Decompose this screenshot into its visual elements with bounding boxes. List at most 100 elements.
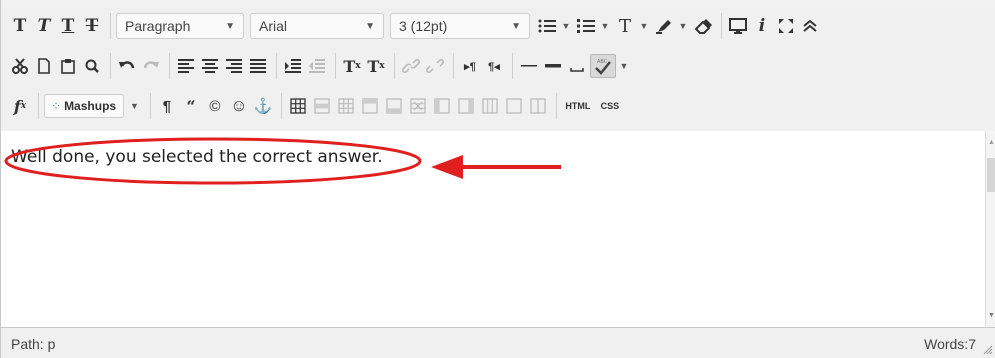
separator bbox=[280, 93, 282, 119]
quote-icon[interactable]: “ bbox=[180, 94, 202, 118]
separator bbox=[169, 53, 170, 79]
separator bbox=[110, 13, 111, 39]
svg-text:ABC: ABC bbox=[597, 59, 608, 65]
resize-grip-icon[interactable] bbox=[983, 345, 993, 355]
font-select-value: Arial bbox=[259, 18, 288, 34]
paste-icon[interactable] bbox=[57, 54, 79, 78]
math-formula-icon[interactable]: fx bbox=[9, 94, 31, 118]
insert-column-after-icon[interactable] bbox=[455, 94, 477, 118]
redo-icon[interactable] bbox=[140, 54, 162, 78]
eraser-icon[interactable] bbox=[692, 14, 714, 38]
ltr-icon[interactable]: ▸¶ bbox=[459, 54, 481, 78]
words-label: Words: bbox=[924, 336, 969, 352]
status-bar: Path: p Words:7 bbox=[1, 327, 995, 358]
paragraph-mark-icon[interactable]: ¶ bbox=[156, 94, 178, 118]
html-label: HTML bbox=[565, 101, 591, 111]
mashups-icon: ⁘ bbox=[51, 99, 62, 113]
css-label: CSS bbox=[600, 101, 620, 111]
table-row-props-icon[interactable] bbox=[311, 94, 333, 118]
anchor-icon[interactable]: ⚓ bbox=[252, 94, 274, 118]
word-count: Words:7 bbox=[924, 336, 976, 352]
mashups-button[interactable]: ⁘ Mashups bbox=[44, 94, 124, 118]
copy-icon[interactable] bbox=[33, 54, 55, 78]
chevron-down-icon[interactable]: ▼ bbox=[600, 21, 610, 31]
strikethrough-button[interactable]: T bbox=[81, 14, 103, 38]
spellcheck-button[interactable]: ABC ▼ bbox=[590, 54, 629, 78]
separator bbox=[394, 53, 395, 79]
bold-button[interactable]: T bbox=[9, 14, 31, 38]
find-icon[interactable] bbox=[81, 54, 103, 78]
html-code-button[interactable]: HTML bbox=[562, 94, 594, 118]
italic-button[interactable]: T bbox=[33, 14, 55, 38]
chevron-down-icon[interactable]: ▼ bbox=[130, 101, 139, 111]
format-select-value: Paragraph bbox=[125, 18, 191, 34]
merge-cells-icon[interactable] bbox=[527, 94, 549, 118]
size-select[interactable]: 3 (12pt) ▼ bbox=[390, 13, 530, 39]
separator bbox=[721, 13, 722, 39]
chevron-down-icon[interactable]: ▼ bbox=[561, 21, 571, 31]
delete-column-icon[interactable] bbox=[479, 94, 501, 118]
special-character-icon[interactable]: © bbox=[204, 94, 226, 118]
insert-row-before-icon[interactable] bbox=[359, 94, 381, 118]
editor-toolbar: T T T T Paragraph ▼ Arial ▼ 3 (12pt) ▼ ▼ bbox=[1, 8, 995, 132]
numbered-list-button[interactable]: ▼ bbox=[575, 14, 610, 38]
indent-icon[interactable] bbox=[282, 54, 304, 78]
bullet-list-button[interactable]: ▼ bbox=[536, 14, 571, 38]
nonbreaking-space-icon[interactable] bbox=[566, 54, 588, 78]
chevron-down-icon[interactable]: ▼ bbox=[619, 61, 629, 71]
font-select[interactable]: Arial ▼ bbox=[250, 13, 384, 39]
delete-row-icon[interactable] bbox=[407, 94, 429, 118]
format-select[interactable]: Paragraph ▼ bbox=[116, 13, 244, 39]
table-icon[interactable] bbox=[287, 94, 309, 118]
path-value[interactable]: p bbox=[48, 336, 56, 352]
unlink-icon[interactable] bbox=[424, 54, 446, 78]
align-center-icon[interactable] bbox=[199, 54, 221, 78]
chevron-down-icon: ▼ bbox=[365, 20, 375, 32]
highlighter-icon bbox=[653, 14, 675, 38]
font-color-button[interactable]: T ▼ bbox=[614, 14, 649, 38]
underline-button[interactable]: T bbox=[57, 14, 79, 38]
thick-rule-icon[interactable] bbox=[542, 54, 564, 78]
split-cells-icon[interactable] bbox=[503, 94, 525, 118]
cut-icon[interactable] bbox=[9, 54, 31, 78]
insert-column-before-icon[interactable] bbox=[431, 94, 453, 118]
toolbar-row-2: Tx Tx ▸¶ ¶◂ ABC ▼ bbox=[9, 50, 633, 82]
words-value: 7 bbox=[968, 336, 976, 352]
scroll-down-icon[interactable]: ▼ bbox=[988, 312, 995, 319]
fullscreen-icon[interactable] bbox=[775, 14, 797, 38]
path-label: Path: bbox=[11, 336, 44, 352]
spellcheck-icon: ABC bbox=[590, 54, 616, 78]
toolbar-row-3: fx ⁘ Mashups ▼ ¶ “ © ☺ ⚓ HTML CSS bbox=[9, 90, 626, 122]
subscript-icon[interactable]: Tx bbox=[365, 54, 387, 78]
chevron-down-icon[interactable]: ▼ bbox=[678, 21, 688, 31]
insert-row-after-icon[interactable] bbox=[383, 94, 405, 118]
undo-icon[interactable] bbox=[116, 54, 138, 78]
answer-feedback-text[interactable]: Well done, you selected the correct answ… bbox=[11, 147, 383, 167]
text-editor: T T T T Paragraph ▼ Arial ▼ 3 (12pt) ▼ ▼ bbox=[0, 0, 995, 358]
size-select-value: 3 (12pt) bbox=[399, 18, 448, 34]
scroll-up-icon[interactable]: ▲ bbox=[988, 139, 995, 146]
info-icon[interactable]: i bbox=[751, 14, 773, 38]
scrollbar-thumb[interactable] bbox=[987, 158, 995, 192]
top-cropped-strip bbox=[1, 0, 995, 8]
emoticon-icon[interactable]: ☺ bbox=[228, 94, 250, 118]
align-right-icon[interactable] bbox=[223, 54, 245, 78]
collapse-toolbar-icon[interactable] bbox=[799, 14, 821, 38]
vertical-scrollbar[interactable]: ▲ ▼ bbox=[985, 131, 995, 327]
outdent-icon[interactable] bbox=[306, 54, 328, 78]
chevron-down-icon[interactable]: ▼ bbox=[639, 21, 649, 31]
rtl-icon[interactable]: ¶◂ bbox=[483, 54, 505, 78]
separator bbox=[276, 53, 277, 79]
highlight-color-button[interactable]: ▼ bbox=[653, 14, 688, 38]
preview-icon[interactable] bbox=[727, 14, 749, 38]
separator bbox=[149, 93, 151, 119]
horizontal-rule-icon[interactable] bbox=[518, 54, 540, 78]
table-cell-props-icon[interactable] bbox=[335, 94, 357, 118]
numbered-list-icon bbox=[575, 14, 597, 38]
link-icon[interactable] bbox=[400, 54, 422, 78]
css-code-button[interactable]: CSS bbox=[596, 94, 624, 118]
align-left-icon[interactable] bbox=[175, 54, 197, 78]
superscript-icon[interactable]: Tx bbox=[341, 54, 363, 78]
bullet-list-icon bbox=[536, 14, 558, 38]
justify-icon[interactable] bbox=[247, 54, 269, 78]
